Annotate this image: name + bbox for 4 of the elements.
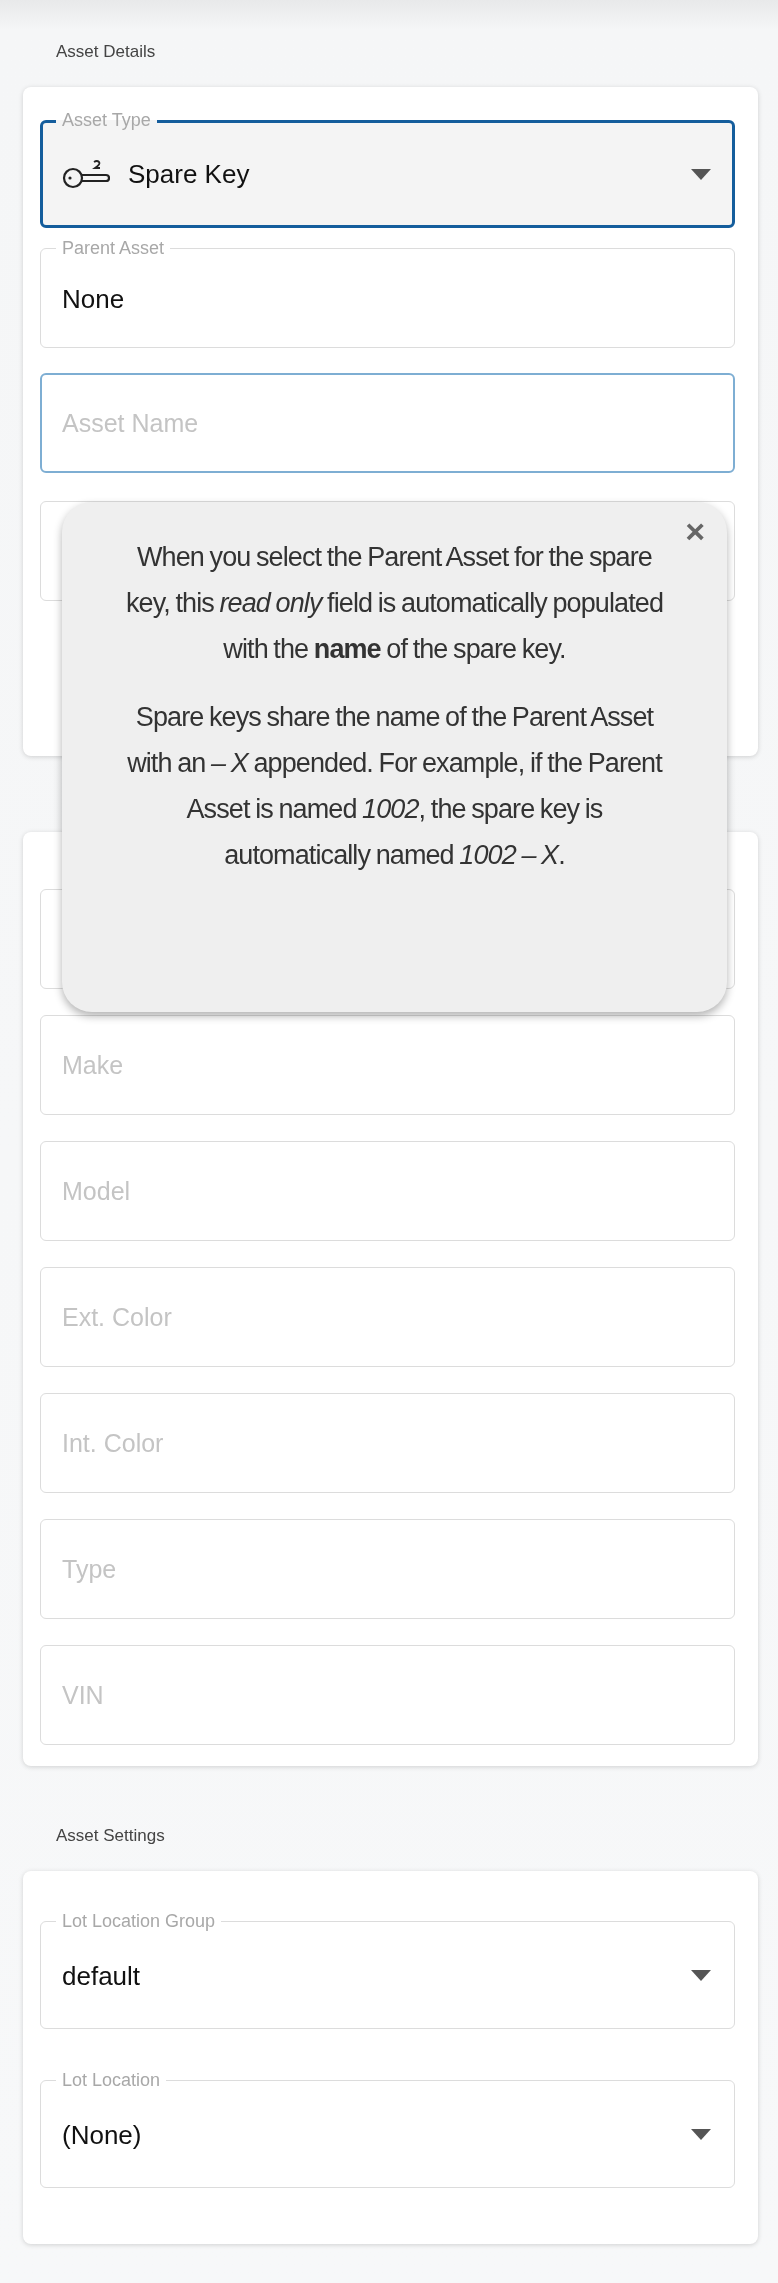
help-text: When you select the Parent Asset for the spare key, this read only field is automatically populated with the name of the spare key. bbox=[124, 541, 665, 666]
help-text: Spare keys share the name of the Parent Asset with an – X appended. For example, if the Parent Asset is named 1002, the spare key is automatically named 1002 – X. bbox=[126, 701, 664, 872]
section-title: Asset Settings bbox=[56, 1826, 165, 1845]
section-title: Asset Details bbox=[56, 42, 156, 61]
